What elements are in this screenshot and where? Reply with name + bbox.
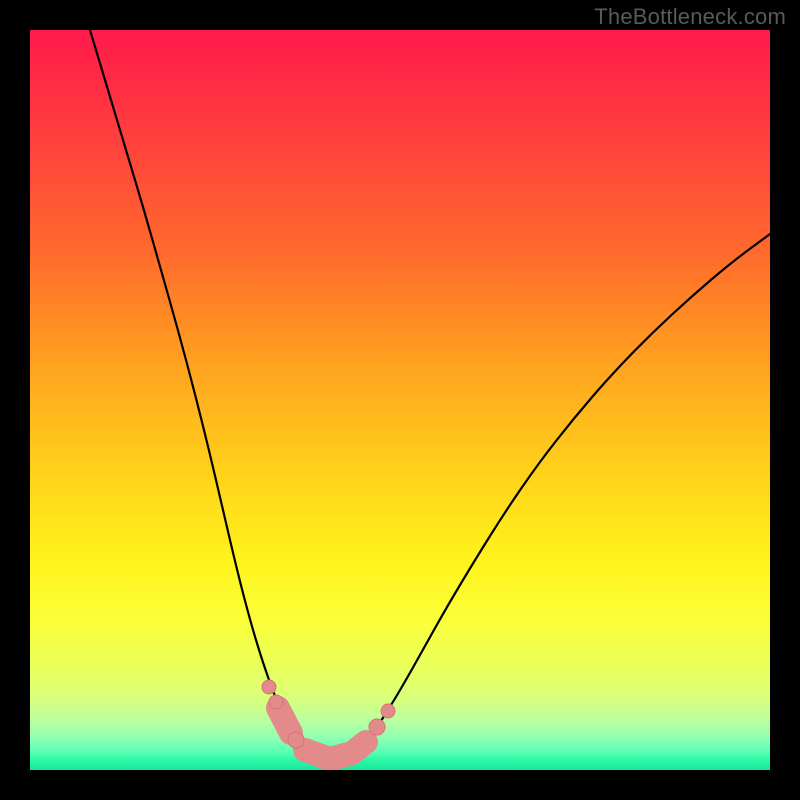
marker-dot-1	[269, 695, 283, 709]
marker-dot-4	[381, 704, 395, 718]
watermark-text: TheBottleneck.com	[594, 4, 786, 30]
bottleneck-chart	[30, 30, 770, 770]
marker-dot-0	[262, 680, 276, 694]
plot-area	[30, 30, 770, 770]
marker-dot-2	[288, 732, 304, 748]
marker-segment-3	[352, 742, 366, 753]
chart-frame: TheBottleneck.com	[0, 0, 800, 800]
marker-dot-3	[369, 719, 385, 735]
gradient-background	[30, 30, 770, 770]
marker-segment-0	[278, 708, 291, 733]
